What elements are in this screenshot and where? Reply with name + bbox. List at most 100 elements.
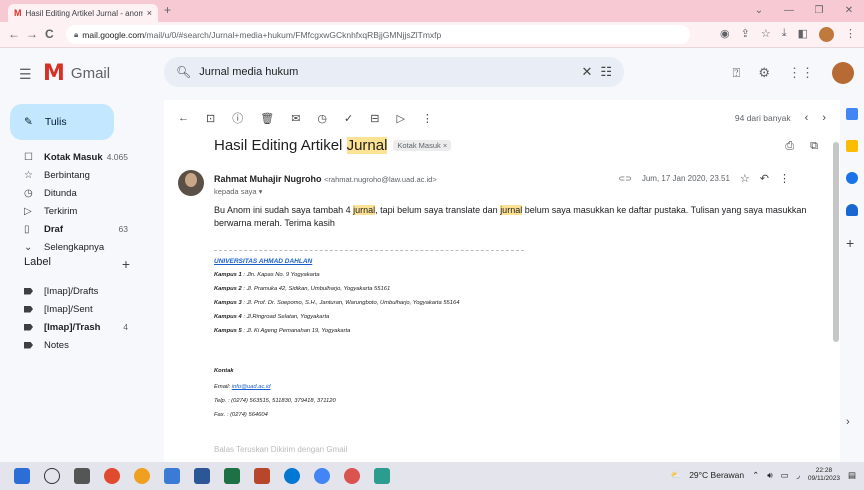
sidebar-item-snoozed[interactable]: ◷ Ditunda [0,184,156,202]
search-bar[interactable]: 🔍︎ Jurnal media hukum ✕ ☷ [164,57,624,87]
more-vert-icon[interactable]: ⋮ [779,172,790,185]
report-spam-icon[interactable]: ⓘ [232,110,243,126]
labels-header: Label + [24,256,130,272]
add-label-icon[interactable]: + [122,256,130,272]
clock[interactable]: 22:28 09/11/2023 [808,467,840,483]
chrome-alt-icon[interactable] [314,468,330,484]
sidebar-label-imap-drafts[interactable]: [Imap]/Drafts [0,282,156,300]
taskbar-search-icon[interactable] [44,468,60,484]
add-addon-icon[interactable]: + [846,236,858,250]
scrollbar-thumb[interactable] [833,142,839,342]
delete-icon[interactable]: 🗑︎ [260,112,274,125]
move-to-icon[interactable]: ⊟ [370,112,379,125]
tab-search-icon[interactable]: ⌄ [744,0,774,22]
reload-button[interactable]: C [45,27,54,41]
search-input[interactable]: Jurnal media hukum [199,66,573,78]
sidebar-item-starred[interactable]: ☆ Berbintang [0,166,156,184]
address-bar[interactable]: 🔒︎ mail.google.com/mail/u/0/#search/Jurn… [66,25,690,44]
bookmark-star-icon[interactable]: ☆ [761,27,771,42]
share-icon[interactable]: ⇪ [741,27,750,42]
chrome-profile-icon[interactable] [344,468,360,484]
sidepanel-icon[interactable]: ◧ [798,27,808,42]
access-icon[interactable] [254,468,270,484]
back-button[interactable]: ← [8,27,20,41]
minimize-button[interactable]: — [774,0,804,22]
expand-panel-icon[interactable]: › [846,416,858,428]
calendar-icon[interactable] [846,108,858,120]
recipient-line[interactable]: kepada saya ▾ [214,187,262,196]
print-icon[interactable]: ⎙ [785,140,794,153]
weather-icon[interactable]: ⛅ [671,470,682,481]
profile-avatar-icon[interactable] [819,27,834,42]
sidebar-item-label: [Imap]/Sent [44,303,93,315]
new-tab-button[interactable]: + [164,3,171,17]
clear-search-icon[interactable]: ✕ [581,64,592,80]
star-email-icon[interactable]: ☆ [740,172,750,185]
mark-unread-icon[interactable]: ✉ [291,112,300,125]
sender-avatar[interactable] [178,170,204,196]
archive-icon[interactable]: ⊡ [206,112,215,125]
browser-menu-icon[interactable]: ⋮ [845,27,856,42]
sidebar-label-notes[interactable]: Notes [0,336,156,354]
media-app-icon[interactable] [374,468,390,484]
sidebar-item-more[interactable]: ⌄ Selengkapnya [0,238,156,256]
forward-button[interactable]: → [26,27,38,41]
settings-gear-icon[interactable]: ⚙ [758,65,770,81]
tasks-icon[interactable] [846,172,858,184]
open-new-window-icon[interactable]: ⧉ [810,140,818,153]
search-icon[interactable]: 🔍︎ [176,65,191,79]
help-icon[interactable]: ⍰ [733,65,741,81]
newer-chevron-icon[interactable]: ‹ [805,112,809,124]
app-icon[interactable] [134,468,150,484]
label-tag-icon [24,341,33,349]
file-explorer-icon[interactable] [164,468,180,484]
signature-email-link[interactable]: info@uad.ac.id [232,384,271,390]
wifi-icon[interactable]: ◞ [797,470,800,481]
windows-start-icon[interactable] [14,468,30,484]
clock-time: 22:28 [815,467,833,474]
contacts-icon[interactable] [846,204,858,216]
older-chevron-icon[interactable]: › [822,112,826,124]
body-highlight-2: jurnal [500,205,523,215]
browser-tab[interactable]: M Hasil Editing Artikel Jurnal - anom × [8,4,158,22]
compose-button[interactable]: ✎ Tulis [10,104,114,140]
label-icon[interactable]: ▷ [396,112,404,125]
volume-icon[interactable]: 🔊︎ [767,470,772,481]
more-options-icon[interactable]: ⋮ [422,112,433,125]
download-icon[interactable]: ⤓ [782,27,787,42]
sidebar-item-inbox[interactable]: ☐ Kotak Masuk 4.065 [0,148,156,166]
reply-icon[interactable]: ↶ [760,172,769,185]
back-to-list-icon[interactable]: ← [178,112,189,124]
add-task-icon[interactable]: ✓ [344,112,353,125]
task-view-icon[interactable] [74,468,90,484]
gmail-logo[interactable]: M Gmail [43,61,110,86]
sidebar-item-drafts[interactable]: ▯ Draf 63 [0,220,156,238]
reply-footer: Balas Teruskan Dikirim dengan Gmail [214,445,348,454]
edge-icon[interactable] [284,468,300,484]
main-menu-icon[interactable]: ☰ [19,66,32,83]
tray-expand-icon[interactable]: ⌃ [752,470,759,481]
maximize-button[interactable]: ❐ [804,0,834,22]
sidebar-item-sent[interactable]: ▷ Terkirim [0,202,156,220]
browser-tab-bar: M Hasil Editing Artikel Jurnal - anom × … [0,0,864,22]
notification-icon[interactable]: ▤ [848,470,856,481]
keep-icon[interactable] [846,140,858,152]
search-options-icon[interactable]: ☷ [600,64,612,80]
close-window-button[interactable]: ✕ [834,0,864,22]
word-icon[interactable] [194,468,210,484]
tab-close-icon[interactable]: × [147,8,152,18]
chrome-icon[interactable] [104,468,120,484]
label-tag-icon [24,287,33,295]
location-icon[interactable]: ◉ [720,27,730,42]
weather-text[interactable]: 29°C Berawan [689,470,744,480]
account-avatar[interactable] [832,62,854,84]
excel-icon[interactable] [224,468,240,484]
snooze-icon[interactable]: ◷ [317,112,327,125]
sidebar-label-imap-trash[interactable]: [Imap]/Trash 4 [0,318,156,336]
apps-grid-icon[interactable]: ⋮⋮ [788,65,814,81]
inbox-badge[interactable]: Kotak Masuk × [393,140,452,151]
battery-icon[interactable]: ▭ [781,470,789,481]
labels-title: Label [24,256,51,268]
sidebar-label-imap-sent[interactable]: [Imap]/Sent [0,300,156,318]
signature-university[interactable]: UNIVERSITAS AHMAD DAHLAN [214,258,312,265]
